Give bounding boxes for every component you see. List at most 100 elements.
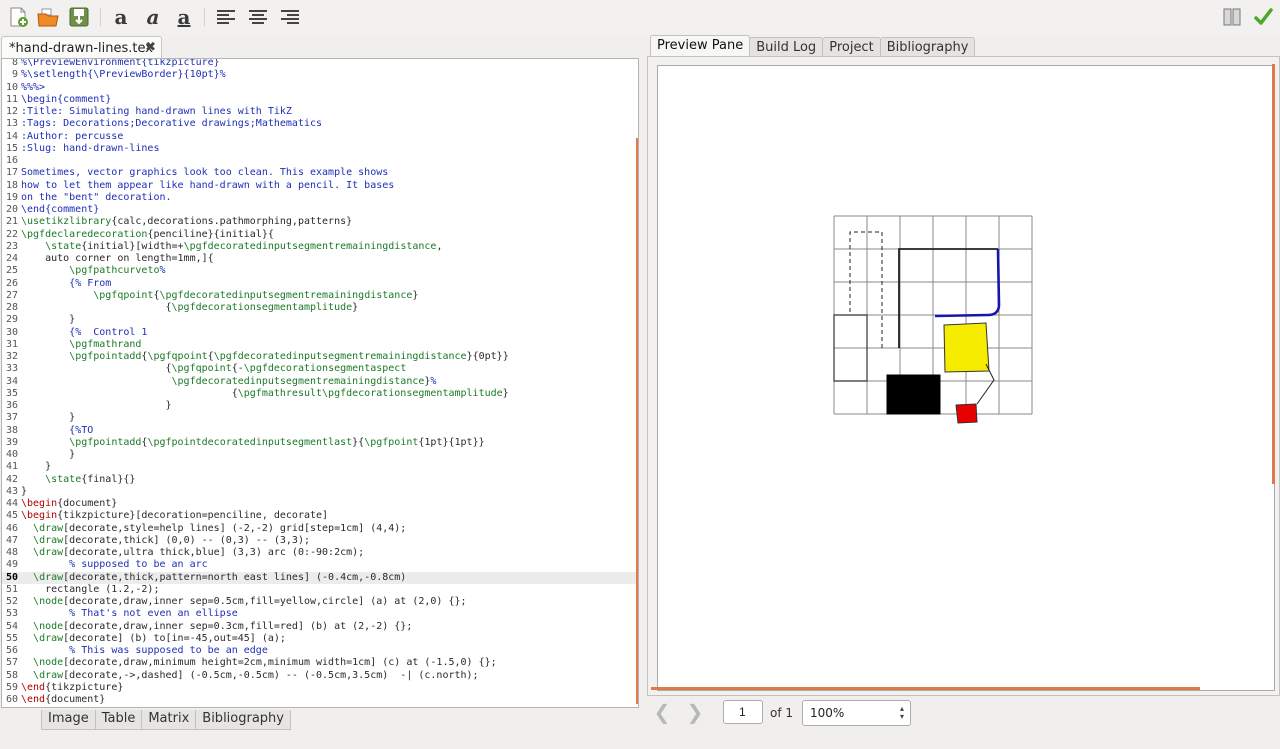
next-page-icon[interactable]: ❯ <box>684 701 706 723</box>
preview-pane: Preview Pane Build Log Project Bibliogra… <box>647 34 1280 736</box>
code-line: 14:Author: percusse <box>2 131 638 143</box>
align-center-icon[interactable] <box>246 5 270 29</box>
tab-table-label: Table <box>101 711 136 726</box>
zoom-select[interactable]: 100% ▴ ▾ <box>802 700 911 726</box>
code-line: 60 \end{document} <box>2 694 638 706</box>
code-token: %%%> <box>21 81 46 93</box>
code-token: {penciline}{initial}{ <box>147 228 274 240</box>
code-token: \pgfdecorationsegmentamplitude <box>171 302 353 313</box>
code-line: 30 {% Control 1 <box>2 327 638 339</box>
code-line: 15:Slug: hand-drawn-lines <box>2 143 638 155</box>
code-token: {document} <box>57 498 118 509</box>
align-left-icon[interactable] <box>214 5 238 29</box>
code-token: {- <box>231 363 244 375</box>
tab-bibliography-right-label: Bibliography <box>886 40 969 55</box>
line-number: 30 <box>5 326 18 338</box>
code-token: \pgfpathcurveto <box>69 265 160 277</box>
tab-project-label: Project <box>829 40 874 55</box>
code-line: 39 \pgfpointadd{\pgfpointdecoratedinputs… <box>2 437 638 449</box>
compile-check-icon[interactable] <box>1251 5 1275 29</box>
save-icon[interactable] <box>67 5 91 29</box>
code-token: [decorate,draw,inner sep=0.3cm,fill=red]… <box>63 620 413 632</box>
line-number: 57 <box>5 657 18 669</box>
toolbar-separator <box>100 8 101 26</box>
code-token: \draw <box>33 632 64 644</box>
code-token: } <box>21 485 28 497</box>
prev-page-icon[interactable]: ❮ <box>651 701 673 723</box>
code-line: 33 {\pgfqpoint{-\pgfdecorationsegmentasp… <box>2 363 638 375</box>
tab-project[interactable]: Project <box>822 37 881 57</box>
line-number: 17 <box>5 167 18 179</box>
split-view-icon[interactable] <box>1220 5 1244 29</box>
preview-scroll-indicator[interactable] <box>1272 64 1275 484</box>
code-token: how to let them appear like hand-drawn w… <box>21 179 395 191</box>
code-line: 50 \draw[decorate,thick,pattern=north ea… <box>2 571 638 584</box>
line-number: 8 <box>11 58 18 68</box>
code-line: 25 \pgfpathcurveto% <box>2 265 638 277</box>
code-token: {%TO <box>69 424 94 436</box>
align-right-icon[interactable] <box>278 5 302 29</box>
line-number: 55 <box>5 632 18 644</box>
preview-hscroll-indicator[interactable] <box>651 687 1200 690</box>
code-lines: 8 %\PreviewEnvironment{tikzpicture} 9 %\set… <box>2 58 638 706</box>
code-token: :Tags: Decorations;Decorative drawings;M… <box>21 118 323 130</box>
code-line: 11 \begin{comment} <box>2 94 638 106</box>
tab-image[interactable]: Image <box>41 710 96 730</box>
code-token: [decorate] (b) to[in=-45,out=45] (a); <box>63 632 286 644</box>
tab-build-log[interactable]: Build Log <box>749 37 824 57</box>
page-number-input[interactable]: 1 <box>723 700 763 724</box>
code-token: \begin <box>21 510 58 522</box>
close-tab-icon[interactable]: ✖ <box>145 40 156 55</box>
code-token: } <box>21 412 76 424</box>
tab-table[interactable]: Table <box>94 710 143 730</box>
code-token: \draw <box>33 571 64 583</box>
editor-scroll-indicator[interactable] <box>636 138 638 704</box>
code-line: 41 } <box>2 461 638 473</box>
code-line: 57 \node[decorate,draw,minimum height=2c… <box>2 657 638 669</box>
line-number: 13 <box>5 118 18 130</box>
underline-icon[interactable]: a <box>172 5 196 29</box>
line-number: 9 <box>11 69 18 81</box>
code-line: 55 \draw[decorate] (b) to[in=-45,out=45]… <box>2 633 638 645</box>
line-number: 31 <box>5 338 18 350</box>
line-number: 36 <box>5 400 18 411</box>
code-token: :Title: Simulating hand-drawn lines with… <box>21 106 292 117</box>
code-token: { <box>21 363 172 375</box>
open-folder-icon[interactable] <box>36 5 60 29</box>
code-editor[interactable]: 8 %\PreviewEnvironment{tikzpicture} 9 %\set… <box>1 58 639 708</box>
code-token: \pgfdeclaredecoration <box>21 228 148 240</box>
tab-preview-pane[interactable]: Preview Pane <box>650 35 751 57</box>
new-file-icon[interactable] <box>6 5 30 29</box>
code-token: % <box>159 265 166 277</box>
code-token: rectangle (1.2,-2); <box>21 583 160 595</box>
pdf-page[interactable] <box>657 65 1275 691</box>
tab-matrix[interactable]: Matrix <box>141 710 197 730</box>
code-line: 21 \usetikzlibrary{calc,decorations.pathm… <box>2 216 638 228</box>
code-token: \pgfqpoint <box>171 363 232 375</box>
line-number: 52 <box>5 596 18 607</box>
code-line: 17 Sometimes, vector graphics look too cl… <box>2 167 638 179</box>
code-line: 26 {% From <box>2 278 638 290</box>
editor-pane: *hand-drawn-lines.tex ✖ 8 %\PreviewEnviro… <box>0 34 641 736</box>
file-tab[interactable]: *hand-drawn-lines.tex ✖ <box>1 36 162 60</box>
line-number: 26 <box>5 277 18 289</box>
red-node <box>955 403 978 424</box>
italic-icon[interactable]: a <box>141 5 165 29</box>
tab-bibliography-right[interactable]: Bibliography <box>879 37 976 57</box>
code-token: :Slug: hand-drawn-lines <box>21 142 160 154</box>
tab-bibliography[interactable]: Bibliography <box>195 710 291 730</box>
code-token: \begin <box>21 498 58 509</box>
code-token: [decorate,style=help lines] (-2,-2) grid… <box>63 522 407 534</box>
line-number: 10 <box>5 81 18 93</box>
code-token: [decorate,draw,inner sep=0.5cm,fill=yell… <box>63 596 467 607</box>
code-line: 58 \draw[decorate,->,dashed] (-0.5cm,-0.… <box>2 670 638 682</box>
bold-icon[interactable]: a <box>109 5 133 29</box>
